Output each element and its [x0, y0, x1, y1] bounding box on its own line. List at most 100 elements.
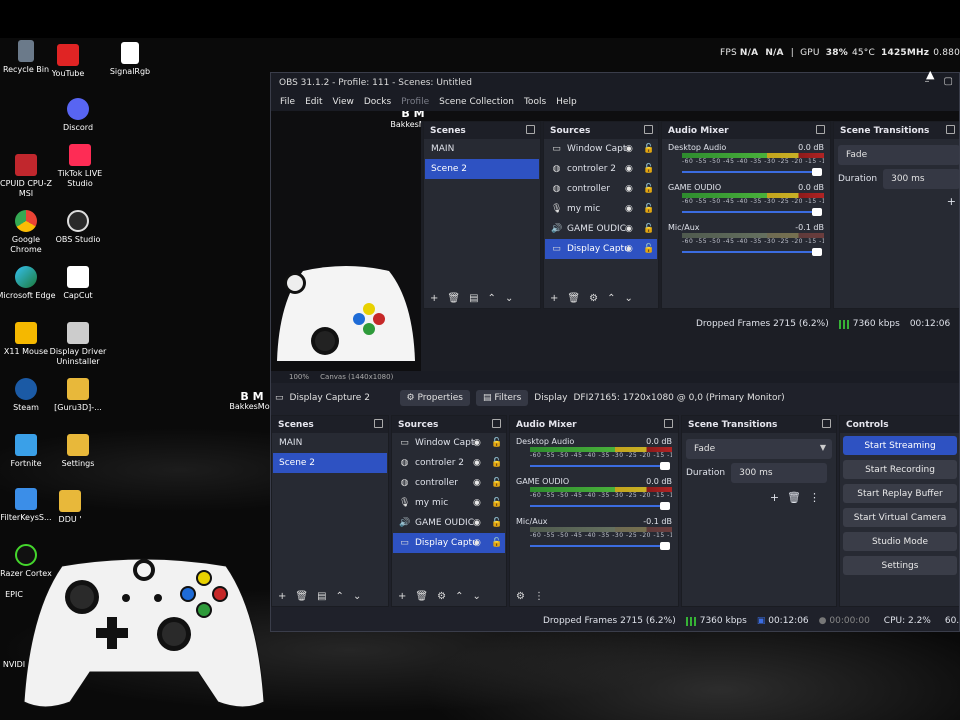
scene-item[interactable]: Scene 2 — [273, 453, 387, 473]
inner-scene-item[interactable]: MAIN — [425, 139, 539, 159]
down-icon[interactable]: ⌄ — [505, 293, 513, 304]
advanced-audio-gear-icon[interactable]: ⚙ — [516, 591, 525, 602]
eye-icon[interactable]: ◉ — [473, 518, 481, 528]
properties-button[interactable]: ⚙ Properties — [399, 390, 470, 406]
lock-icon[interactable]: 🔓 — [643, 224, 654, 234]
desktop-icon-tiktok[interactable]: TikTok LIVE Studio — [50, 144, 110, 189]
desktop-icon-cpuid[interactable]: CPUID CPU-Z MSI — [0, 154, 56, 199]
source-item[interactable]: ◍ controller ◉ 🔓 — [393, 473, 505, 493]
volume-slider[interactable] — [682, 207, 824, 217]
eye-icon[interactable]: ◉ — [625, 164, 633, 174]
volume-slider[interactable] — [530, 541, 672, 551]
transition-select[interactable]: Fade ▼ — [686, 439, 832, 459]
inner-source-item[interactable]: ▭ Display Captu ◉ 🔓 — [545, 239, 657, 259]
volume-slider[interactable] — [682, 167, 824, 177]
float-icon[interactable] — [526, 125, 535, 134]
up-icon[interactable]: ⌃ — [336, 591, 344, 602]
add-transition-icon[interactable]: + — [834, 189, 959, 208]
display-select[interactable]: DFI27165: 1720x1080 @ 0,0 (Primary Monit… — [573, 393, 784, 403]
inner-scene-item[interactable]: Scene 2 — [425, 159, 539, 179]
duration-input[interactable]: 300 ms — [883, 169, 959, 189]
eye-icon[interactable]: ◉ — [473, 498, 481, 508]
maximize-button[interactable]: ▢ — [944, 76, 953, 87]
desktop-icon-discord[interactable]: Discord — [48, 98, 108, 133]
lock-icon[interactable]: 🔓 — [643, 164, 654, 174]
float-icon[interactable] — [492, 419, 501, 428]
trash-icon[interactable]: 🗑 — [567, 293, 580, 304]
add-icon[interactable]: + — [550, 293, 558, 304]
inner-source-item[interactable]: 🎙 my mic ◉ 🔓 — [545, 199, 657, 219]
inner-source-item[interactable]: ◍ controller ◉ 🔓 — [545, 179, 657, 199]
inner-source-item[interactable]: 🔊 GAME OUDIC ◉ 🔓 — [545, 219, 657, 239]
desktop-icon-settings[interactable]: Settings — [48, 434, 108, 469]
trash-icon[interactable]: 🗑 — [415, 591, 428, 602]
lock-icon[interactable]: 🔓 — [491, 518, 502, 528]
more-menu-icon[interactable]: ⋮ — [534, 591, 544, 602]
lock-icon[interactable]: 🔓 — [491, 438, 502, 448]
start-virtual-camera-button[interactable]: Start Virtual Camera — [843, 508, 957, 527]
studio-mode-button[interactable]: Studio Mode — [843, 532, 957, 551]
gear-icon[interactable]: ⚙ — [437, 591, 446, 602]
up-icon[interactable]: ⌃ — [455, 591, 463, 602]
lock-icon[interactable]: 🔓 — [643, 144, 654, 154]
lock-icon[interactable]: 🔓 — [643, 244, 654, 254]
lock-icon[interactable]: 🔓 — [491, 478, 502, 488]
source-item[interactable]: ▭ Window Capt ◉ 🔓 — [393, 433, 505, 453]
trash-icon[interactable]: 🗑 — [787, 491, 809, 504]
up-icon[interactable]: ⌃ — [488, 293, 496, 304]
inner-source-item[interactable]: ◍ controler 2 ◉ 🔓 — [545, 159, 657, 179]
source-item[interactable]: 🎙 my mic ◉ 🔓 — [393, 493, 505, 513]
eye-icon[interactable]: ◉ — [625, 224, 633, 234]
eye-icon[interactable]: ◉ — [625, 144, 633, 154]
add-icon[interactable]: + — [278, 591, 286, 602]
eye-icon[interactable]: ◉ — [473, 438, 481, 448]
float-icon[interactable] — [822, 419, 831, 428]
float-icon[interactable] — [816, 125, 825, 134]
menu-scene-collection[interactable]: Scene Collection — [434, 97, 519, 107]
menu-view[interactable]: View — [328, 97, 359, 107]
scene-item[interactable]: MAIN — [273, 433, 387, 453]
start-streaming-button[interactable]: Start Streaming — [843, 436, 957, 455]
filters-button[interactable]: ▤ Filters — [475, 390, 529, 406]
source-item[interactable]: 🔊 GAME OUDIC ◉ 🔓 — [393, 513, 505, 533]
desktop-icon-signalrgb[interactable]: SignalRgb — [100, 42, 160, 77]
trash-icon[interactable]: 🗑 — [295, 591, 308, 602]
float-icon[interactable] — [644, 125, 653, 134]
desktop-icon-guru3d[interactable]: [Guru3D]-... — [48, 378, 108, 413]
add-icon[interactable]: + — [398, 591, 406, 602]
float-icon[interactable] — [946, 125, 955, 134]
desktop-icon-ddu-folder[interactable]: DDU ' — [40, 490, 100, 525]
eye-icon[interactable]: ◉ — [473, 538, 481, 548]
down-icon[interactable]: ⌄ — [624, 293, 632, 304]
float-icon[interactable] — [374, 419, 383, 428]
menu-file[interactable]: File — [275, 97, 300, 107]
gear-icon[interactable]: ⚙ — [589, 293, 598, 304]
desktop-icon-ddu[interactable]: Display Driver Uninstaller — [48, 322, 108, 367]
eye-icon[interactable]: ◉ — [625, 204, 633, 214]
lock-icon[interactable]: 🔓 — [491, 498, 502, 508]
desktop-icon-youtube[interactable]: YouTube — [38, 44, 98, 79]
volume-slider[interactable] — [682, 247, 824, 257]
inner-source-item[interactable]: ▭ Window Capt ◉ 🔓 — [545, 139, 657, 159]
more-menu-icon[interactable]: ⋮ — [809, 491, 828, 504]
eye-icon[interactable]: ◉ — [473, 478, 481, 488]
start-replay-buffer-button[interactable]: Start Replay Buffer — [843, 484, 957, 503]
eye-icon[interactable]: ◉ — [473, 458, 481, 468]
menu-docks[interactable]: Docks — [359, 97, 396, 107]
source-item[interactable]: ▭ Display Captu ◉ 🔓 — [393, 533, 505, 553]
start-recording-button[interactable]: Start Recording — [843, 460, 957, 479]
transition-select[interactable]: Fade — [838, 145, 959, 165]
menu-help[interactable]: Help — [551, 97, 582, 107]
menu-edit[interactable]: Edit — [300, 97, 327, 107]
filter-icon[interactable]: ▤ — [469, 293, 478, 304]
lock-icon[interactable]: 🔓 — [643, 204, 654, 214]
volume-slider[interactable] — [530, 501, 672, 511]
lock-icon[interactable]: 🔓 — [491, 458, 502, 468]
menu-tools[interactable]: Tools — [519, 97, 551, 107]
desktop-icon-obs[interactable]: OBS Studio — [48, 210, 108, 245]
lock-icon[interactable]: 🔓 — [491, 538, 502, 548]
add-icon[interactable]: + — [430, 293, 438, 304]
menu-profile[interactable]: Profile — [396, 97, 434, 107]
down-icon[interactable]: ⌄ — [472, 591, 480, 602]
settings-button[interactable]: Settings — [843, 556, 957, 575]
